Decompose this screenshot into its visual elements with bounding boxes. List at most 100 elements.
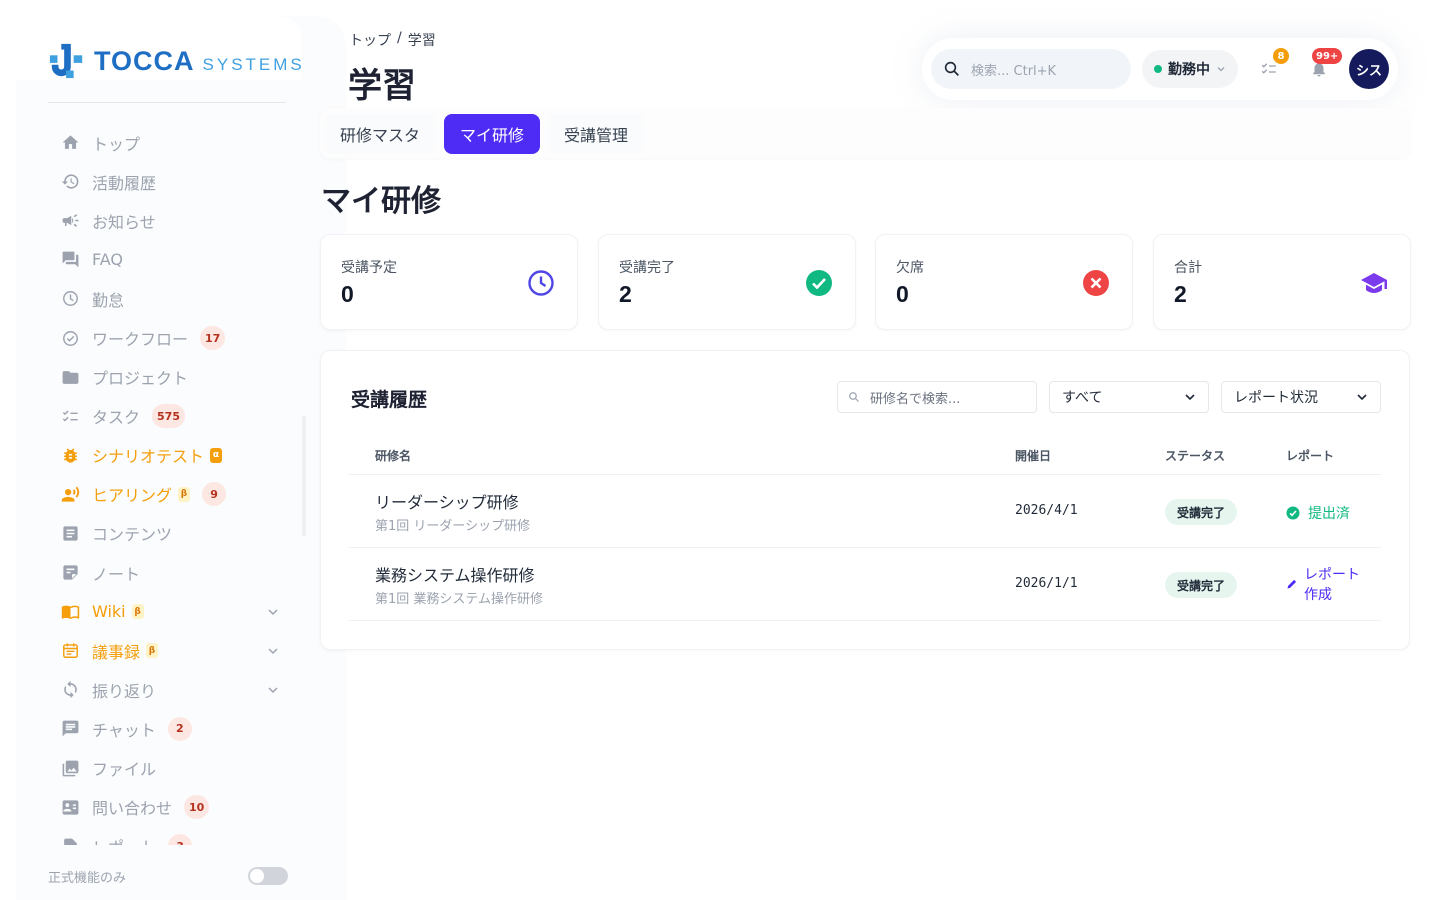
refresh-icon <box>60 680 80 700</box>
check-circle-icon <box>805 269 833 297</box>
brand-name: TOCCA <box>94 45 195 76</box>
section-title: マイ研修 <box>321 184 441 219</box>
table-row[interactable]: 業務システム操作研修 第1回 業務システム操作研修 2026/1/1 受講完了 … <box>349 548 1381 621</box>
sidebar-item-chat[interactable]: チャット 2 <box>60 709 280 748</box>
count-badge: 17 <box>200 326 226 351</box>
chevron-down-icon[interactable] <box>266 644 280 658</box>
page-title: 学習 <box>348 66 416 106</box>
sidebar-item-wiki[interactable]: Wiki β <box>60 592 280 631</box>
stat-label: 受講完了 <box>619 260 675 276</box>
book-icon <box>60 602 80 622</box>
sidebar-item-project[interactable]: プロジェクト <box>60 358 280 397</box>
chevron-down-icon[interactable] <box>266 605 280 619</box>
alpha-tag: α <box>210 447 223 463</box>
sidebar-item-faq[interactable]: FAQ <box>60 240 280 279</box>
report-filter-select[interactable]: レポート状況 <box>1221 381 1381 413</box>
column-header-status[interactable]: ステータス <box>1165 447 1225 464</box>
chevron-down-icon <box>1357 394 1367 401</box>
sidebar-item-workflow[interactable]: ワークフロー 17 <box>60 318 280 357</box>
work-status-dropdown[interactable]: 勤務中 <box>1142 50 1238 88</box>
sidebar-item-news[interactable]: お知らせ <box>60 201 280 240</box>
brand-logo[interactable]: TOCCA SYSTEMS <box>48 42 305 80</box>
report-status-label: 提出済 <box>1308 506 1350 522</box>
task-count-badge: 8 <box>1273 48 1289 64</box>
count-badge: 575 <box>152 404 185 429</box>
note-icon <box>60 563 80 583</box>
sidebar-item-contact[interactable]: 問い合わせ 10 <box>60 788 280 827</box>
sidebar-item-label: ヒアリング <box>92 486 173 506</box>
clock-icon <box>60 289 80 309</box>
course-session: 第1回 業務システム操作研修 <box>375 592 544 607</box>
sidebar-item-label: シナリオテスト <box>92 447 205 467</box>
column-header-date[interactable]: 開催日 <box>1015 447 1051 464</box>
check-circle-icon <box>1286 506 1300 520</box>
bug-icon <box>60 445 80 465</box>
search-icon <box>849 392 859 402</box>
sidebar-item-label: 活動履歴 <box>92 173 157 193</box>
sidebar-item-label: ファイル <box>92 760 157 780</box>
stat-label: 欠席 <box>896 260 924 276</box>
status-filter-select[interactable]: すべて <box>1049 381 1209 413</box>
table-row[interactable]: リーダーシップ研修 第1回 リーダーシップ研修 2026/4/1 受講完了 提出… <box>349 475 1381 548</box>
sidebar-item-label: お知らせ <box>92 212 156 232</box>
avatar[interactable]: シス <box>1349 49 1389 89</box>
course-name[interactable]: リーダーシップ研修 <box>375 489 530 513</box>
column-header-name[interactable]: 研修名 <box>375 447 411 464</box>
sidebar-item-attendance[interactable]: 勤怠 <box>60 279 280 318</box>
sidebar-item-label: ノート <box>92 564 141 584</box>
stat-value: 0 <box>896 281 909 307</box>
brand-mark-icon <box>49 43 83 79</box>
stat-value: 2 <box>1174 281 1187 307</box>
breadcrumb-item-top[interactable]: トップ <box>349 30 391 50</box>
create-report-link[interactable]: レポート作成 <box>1286 565 1364 605</box>
sidebar-item-label: プロジェクト <box>92 369 189 389</box>
table-header: 研修名 開催日 ステータス レポート <box>349 435 1381 475</box>
sidebar-item-label: レポート <box>92 834 156 845</box>
brand-sub: SYSTEMS <box>202 54 305 74</box>
clock-icon <box>527 269 555 297</box>
check-circle-icon <box>60 328 80 348</box>
article-icon <box>60 523 80 543</box>
sidebar-item-report[interactable]: レポート 3 <box>60 827 280 845</box>
checklist-icon <box>1261 63 1276 74</box>
chevron-down-icon <box>1217 67 1225 72</box>
sidebar-scrollbar[interactable] <box>302 416 306 536</box>
sidebar-item-task[interactable]: タスク 575 <box>60 397 280 436</box>
course-name[interactable]: 業務システム操作研修 <box>375 562 543 586</box>
stat-card-scheduled: 受講予定 0 <box>320 234 578 330</box>
sidebar-item-top[interactable]: トップ <box>60 123 280 162</box>
hearing-icon <box>60 484 80 504</box>
sidebar-item-label: ワークフロー <box>92 330 189 350</box>
official-only-toggle[interactable] <box>248 867 288 885</box>
image-icon <box>60 758 80 778</box>
sidebar-item-file[interactable]: ファイル <box>60 749 280 788</box>
forum-icon <box>60 250 80 270</box>
chevron-down-icon[interactable] <box>266 683 280 697</box>
chat-icon <box>60 719 80 739</box>
stat-card-completed: 受講完了 2 <box>598 234 856 330</box>
sidebar-footer: 正式機能のみ <box>48 866 288 886</box>
sidebar-item-contents[interactable]: コンテンツ <box>60 514 280 553</box>
sidebar-item-minutes[interactable]: 議事録 β <box>60 631 280 670</box>
stat-value: 2 <box>619 281 632 307</box>
stat-value: 0 <box>341 281 354 307</box>
column-header-report[interactable]: レポート <box>1286 447 1334 464</box>
sidebar-item-activity[interactable]: 活動履歴 <box>60 162 280 201</box>
megaphone-icon <box>60 211 80 231</box>
sidebar-item-hearing[interactable]: ヒアリング β 9 <box>60 475 280 514</box>
sidebar-item-label: Wiki <box>92 602 126 622</box>
sidebar-item-retrospective[interactable]: 振り返り <box>60 670 280 709</box>
count-badge: 10 <box>184 795 210 820</box>
sidebar-item-scenario-test[interactable]: シナリオテスト α <box>60 436 280 475</box>
history-icon <box>60 172 80 192</box>
tab-training-master[interactable]: 研修マスタ <box>324 114 436 154</box>
training-search-input[interactable]: 研修名で検索... <box>837 381 1037 413</box>
global-search-input[interactable]: 検索... Ctrl+K <box>931 49 1131 89</box>
sidebar-item-note[interactable]: ノート <box>60 553 280 592</box>
status-badge: 受講完了 <box>1165 572 1238 598</box>
tab-my-training[interactable]: マイ研修 <box>444 114 540 154</box>
tab-attendance-management[interactable]: 受講管理 <box>548 114 644 154</box>
stat-card-total: 合計 2 <box>1153 234 1411 330</box>
course-date: 2026/4/1 <box>1015 503 1078 518</box>
course-cell: リーダーシップ研修 第1回 リーダーシップ研修 <box>375 489 530 534</box>
